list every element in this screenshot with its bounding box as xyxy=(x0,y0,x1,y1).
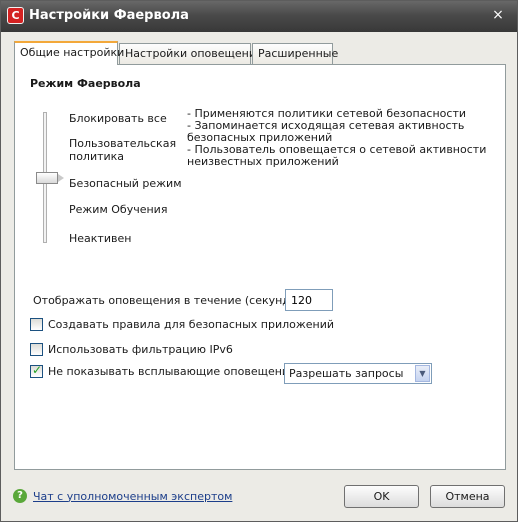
mode-level-safe-mode: Безопасный режим xyxy=(69,177,182,190)
mode-level-training: Режим Обучения xyxy=(69,203,168,216)
mode-level-disabled: Неактивен xyxy=(69,232,132,245)
cancel-button[interactable]: Отмена xyxy=(430,485,505,508)
notification-duration-input[interactable] xyxy=(285,289,333,311)
notification-duration-label: Отображать оповещения в течение (секунд)… xyxy=(33,294,298,307)
option-safe-app-rules[interactable]: Создавать правила для безопасных приложе… xyxy=(30,318,334,331)
ipv6-filtering-checkbox[interactable] xyxy=(30,343,43,356)
safe-app-rules-checkbox[interactable] xyxy=(30,318,43,331)
window-title: Настройки Фаервола xyxy=(29,8,189,23)
close-icon[interactable]: × xyxy=(489,6,507,24)
option-hide-popups[interactable]: Не показывать всплывающие оповещения xyxy=(30,363,296,378)
app-logo-icon: C xyxy=(7,7,24,24)
tab-notifications[interactable]: Настройки оповещений xyxy=(119,43,263,64)
hide-popups-checkbox[interactable] xyxy=(30,363,43,378)
tab-advanced[interactable]: Расширенные xyxy=(252,43,338,64)
ok-button[interactable]: OK xyxy=(344,485,419,508)
popup-action-select[interactable]: Разрешать запросы ▼ xyxy=(284,363,432,384)
popup-action-value: Разрешать запросы xyxy=(289,367,404,380)
ipv6-filtering-label: Использовать фильтрацию IPv6 xyxy=(48,343,233,356)
expert-chat-link[interactable]: ? Чат с уполномоченным экспертом xyxy=(13,489,232,503)
mode-level-block-all: Блокировать все xyxy=(69,112,167,125)
expert-chat-label[interactable]: Чат с уполномоченным экспертом xyxy=(33,490,232,503)
safe-app-rules-label: Создавать правила для безопасных приложе… xyxy=(48,318,335,331)
mode-description-line: - Запоминается исходящая сетевая активно… xyxy=(187,119,465,144)
mode-description: - Применяются политики сетевой безопасно… xyxy=(187,108,487,168)
title-bar: C Настройки Фаервола × xyxy=(1,1,517,32)
firewall-settings-window: C Настройки Фаервола × Общие настройки Н… xyxy=(0,0,518,522)
mode-slider-thumb[interactable] xyxy=(36,172,64,184)
tab-general[interactable]: Общие настройки xyxy=(14,41,124,65)
chevron-down-icon[interactable]: ▼ xyxy=(415,365,430,382)
hide-popups-label: Не показывать всплывающие оповещения xyxy=(48,365,296,378)
option-ipv6-filtering[interactable]: Использовать фильтрацию IPv6 xyxy=(30,343,233,356)
mode-description-line: - Пользователь оповещается о сетевой акт… xyxy=(187,143,487,168)
firewall-mode-title: Режим Фаервола xyxy=(30,77,141,90)
mode-level-custom-policy: Пользовательская политика xyxy=(69,137,177,163)
help-icon: ? xyxy=(13,489,27,503)
general-settings-panel: Режим Фаервола Блокировать все Пользоват… xyxy=(14,64,506,470)
